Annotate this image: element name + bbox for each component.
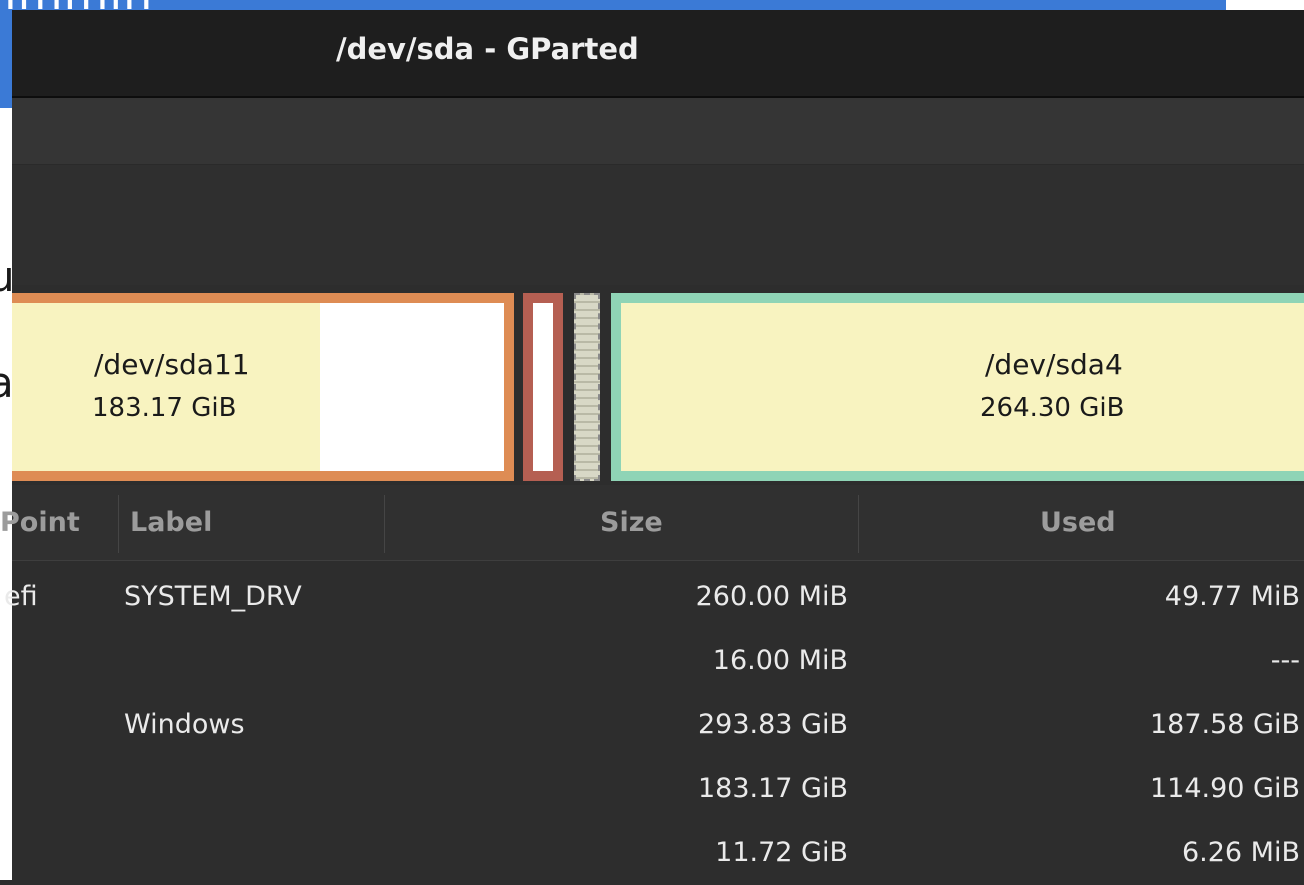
partition-block-unallocated[interactable]: [574, 293, 600, 481]
cell-mount-point: efi: [4, 581, 38, 612]
cell-size: 16.00 MiB: [712, 645, 848, 676]
menu-bar: [12, 98, 1304, 165]
cell-size: 11.72 GiB: [715, 837, 848, 868]
partition-block-sda4[interactable]: [611, 293, 1304, 481]
cell-label: SYSTEM_DRV: [124, 581, 302, 612]
background-document-text: a: [0, 358, 14, 407]
cell-label: [124, 821, 424, 885]
window-title: /dev/sda - GParted: [336, 32, 639, 66]
column-divider[interactable]: [118, 495, 119, 553]
column-header-mount-point[interactable]: Point: [0, 485, 120, 560]
cell-mount-point: [4, 757, 104, 821]
cell-used: 114.90 GiB: [1149, 773, 1300, 804]
partition-name: /dev/sda4: [985, 348, 1123, 381]
cell-size: 183.17 GiB: [697, 773, 848, 804]
toolbar: [12, 165, 1304, 285]
cell-label: Windows: [124, 709, 245, 740]
cell-label: [124, 629, 424, 693]
cell-label: [124, 757, 424, 821]
table-row[interactable]: 16.00 MiB ---: [12, 629, 1304, 693]
table-header: Point Label Size Used: [0, 485, 1304, 561]
partition-block-small[interactable]: [523, 293, 563, 481]
cell-used: 187.58 GiB: [1149, 709, 1300, 740]
cell-used: 6.26 MiB: [1181, 837, 1300, 868]
cell-mount-point: [4, 821, 104, 885]
column-divider[interactable]: [858, 495, 859, 553]
cell-size: 293.83 GiB: [697, 709, 848, 740]
cell-used: ---: [1270, 645, 1300, 676]
cell-mount-point: [4, 693, 104, 757]
cell-mount-point: [4, 629, 104, 693]
window-titlebar[interactable]: /dev/sda - GParted: [12, 10, 1304, 98]
partition-used-space: [12, 303, 321, 471]
column-divider[interactable]: [384, 495, 385, 553]
gparted-window: /dev/sda - GParted /dev/sda11 183.17 GiB…: [0, 10, 1304, 880]
partition-size: 183.17 GiB: [92, 393, 237, 423]
table-row[interactable]: 11.72 GiB 6.26 MiB: [12, 821, 1304, 885]
column-header-size[interactable]: Size: [600, 485, 800, 560]
background-document-text: u: [0, 252, 15, 301]
column-header-label[interactable]: Label: [130, 485, 380, 560]
partition-block-sda11[interactable]: [12, 293, 514, 481]
cell-used: 49.77 MiB: [1164, 581, 1300, 612]
table-row[interactable]: Windows 293.83 GiB 187.58 GiB: [12, 693, 1304, 757]
partition-name: /dev/sda11: [94, 348, 250, 381]
partition-size: 264.30 GiB: [980, 393, 1125, 423]
column-header-used[interactable]: Used: [1040, 485, 1240, 560]
partition-table: Point Label Size Used efi SYSTEM_DRV 260…: [0, 485, 1304, 880]
table-row[interactable]: 183.17 GiB 114.90 GiB: [12, 757, 1304, 821]
cell-size: 260.00 MiB: [695, 581, 848, 612]
table-row[interactable]: efi SYSTEM_DRV 260.00 MiB 49.77 MiB: [4, 565, 1304, 629]
